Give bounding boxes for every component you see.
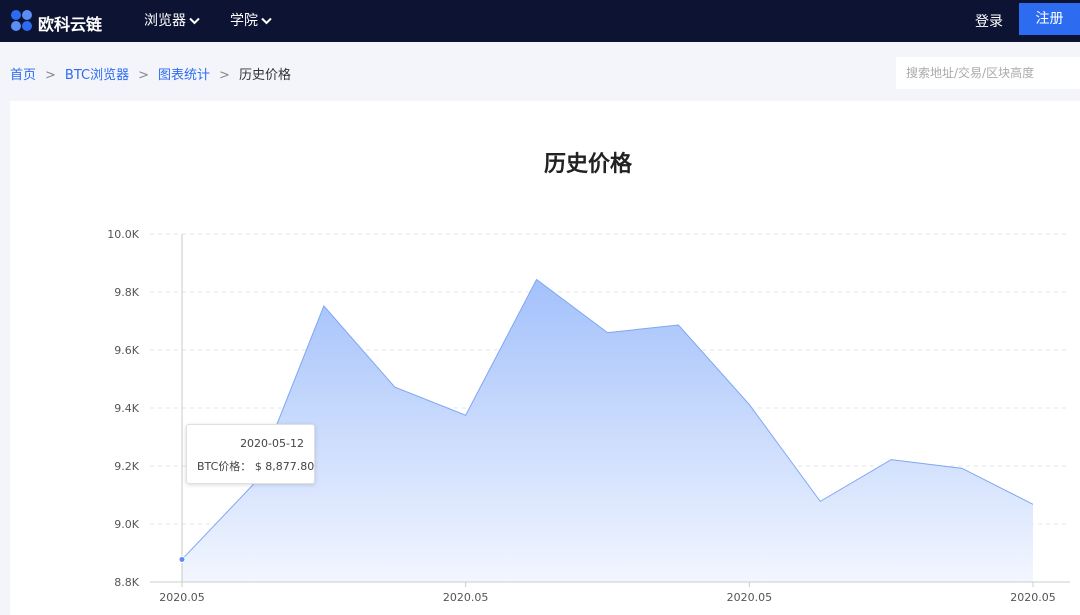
y-tick-label: 9.8K [114, 286, 139, 299]
data-point [178, 555, 186, 563]
tooltip-price-value: $ 8,877.80 [254, 460, 315, 473]
y-tick-label: 10.0K [107, 228, 139, 241]
y-tick-label: 9.2K [114, 460, 139, 473]
y-tick-label: 8.8K [114, 576, 139, 589]
x-tick-label: 2020.05 [159, 591, 205, 604]
tooltip-price-row: BTC价格： $ 8,877.80 [197, 458, 314, 474]
x-tick-label: 2020.05 [1010, 591, 1056, 604]
y-tick-label: 9.0K [114, 518, 139, 531]
chart-tooltip: 2020-05-12 BTC价格： $ 8,877.80 [186, 424, 315, 484]
x-tick-label: 2020.05 [727, 591, 773, 604]
x-tick-label: 2020.05 [443, 591, 489, 604]
tooltip-date: 2020-05-12 [240, 437, 304, 450]
y-tick-label: 9.6K [114, 344, 139, 357]
tooltip-price-label: BTC价格： [197, 460, 252, 473]
price-chart: 8.8K 9.0K 9.2K 9.4K 9.6K 9.8K 10.0K 2020.05 2020… [107, 228, 1070, 604]
y-tick-label: 9.4K [114, 402, 139, 415]
